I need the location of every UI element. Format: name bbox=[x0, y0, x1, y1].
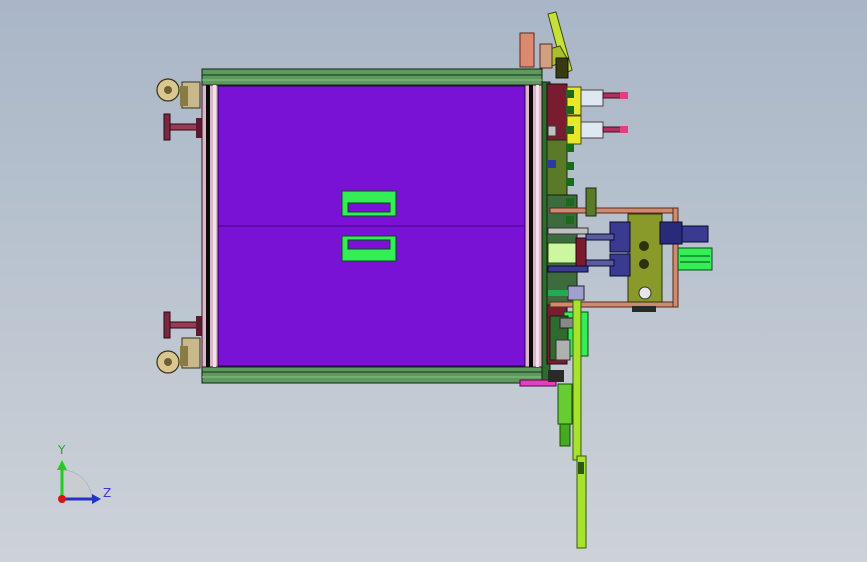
sensor-bracket-lower[interactable] bbox=[566, 115, 628, 145]
y-axis-label: Y bbox=[58, 443, 66, 457]
drawer-handle-bottom[interactable] bbox=[341, 235, 397, 262]
cad-model-view[interactable] bbox=[0, 0, 867, 562]
sensor-bracket-upper[interactable] bbox=[566, 86, 628, 116]
caster-top-left bbox=[156, 78, 201, 109]
cabinet-panel[interactable] bbox=[217, 85, 526, 367]
leveling-foot-top bbox=[163, 113, 202, 141]
clamp-lever[interactable] bbox=[519, 11, 573, 79]
coordinate-triad bbox=[57, 460, 101, 504]
leveling-foot-bottom bbox=[163, 311, 202, 339]
caster-bottom-left bbox=[156, 337, 201, 374]
z-axis-label: Z bbox=[103, 486, 112, 500]
drawer-handle-top[interactable] bbox=[341, 190, 397, 217]
cad-viewport[interactable]: Y Z bbox=[0, 0, 867, 562]
